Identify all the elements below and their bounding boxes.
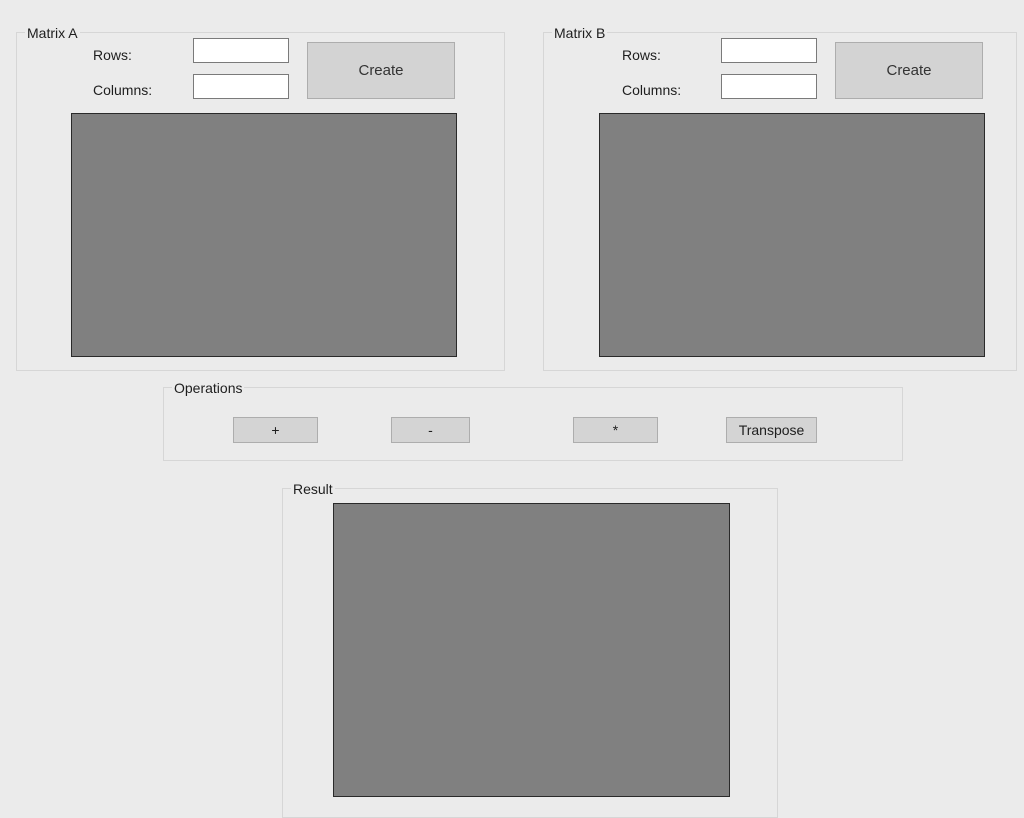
subtract-button[interactable]: - <box>391 417 470 443</box>
multiply-button[interactable]: * <box>573 417 658 443</box>
matrix-b-columns-input[interactable] <box>721 74 817 99</box>
result-group: Result <box>282 481 778 818</box>
matrix-a-rows-label: Rows: <box>93 47 132 63</box>
add-button[interactable]: + <box>233 417 318 443</box>
matrix-b-rows-label: Rows: <box>622 47 661 63</box>
matrix-b-create-button[interactable]: Create <box>835 42 983 99</box>
result-title: Result <box>291 481 335 497</box>
matrix-a-columns-input[interactable] <box>193 74 289 99</box>
operations-group: Operations + - * Transpose <box>163 380 903 461</box>
matrix-a-rows-input[interactable] <box>193 38 289 63</box>
matrix-a-group: Matrix A Rows: Columns: Create <box>16 25 505 371</box>
matrix-b-title: Matrix B <box>552 25 608 41</box>
matrix-a-create-button[interactable]: Create <box>307 42 455 99</box>
matrix-b-rows-input[interactable] <box>721 38 817 63</box>
matrix-b-columns-label: Columns: <box>622 82 682 98</box>
matrix-b-grid-panel[interactable] <box>599 113 985 357</box>
matrix-a-title: Matrix A <box>25 25 80 41</box>
transpose-button[interactable]: Transpose <box>726 417 817 443</box>
matrix-a-grid-panel[interactable] <box>71 113 457 357</box>
result-grid-panel <box>333 503 730 797</box>
matrix-b-group: Matrix B Rows: Columns: Create <box>543 25 1017 371</box>
matrix-a-columns-label: Columns: <box>93 82 153 98</box>
operations-title: Operations <box>172 380 245 396</box>
